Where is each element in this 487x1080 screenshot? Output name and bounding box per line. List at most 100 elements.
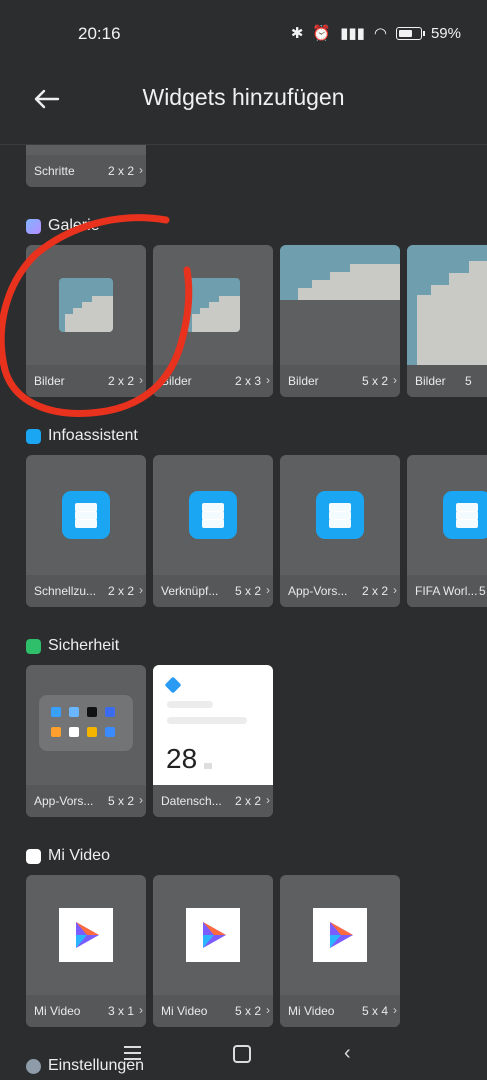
widget-size: 2 x 3 — [234, 374, 261, 388]
widget-card-bilder-2x2[interactable]: Bilder 2 x 2 › — [26, 245, 146, 397]
widget-card-app-vorschlaege-sicherheit[interactable]: App-Vors... 5 x 2 › — [26, 665, 146, 817]
section-sicherheit: Sicherheit — [26, 637, 119, 655]
widget-list[interactable]: Schritte 2 x 2 › Galerie Bilder 2 x 2 › — [0, 145, 487, 1080]
chevron-right-icon: › — [393, 373, 397, 387]
alarm-icon: ⏰ — [312, 25, 332, 42]
infoassistent-app-icon — [26, 428, 41, 444]
app-header: Widgets hinzufügen — [0, 64, 487, 145]
widget-name: Bilder — [161, 374, 192, 388]
widget-size: 5 — [479, 584, 486, 598]
signal-icon: ▮▮▮ — [340, 25, 365, 42]
widget-name: Bilder — [288, 374, 319, 388]
widget-name: Datensch... — [161, 794, 222, 808]
widget-footer: Mi Video 5 x 2 › — [153, 995, 273, 1027]
photo-thumbnail — [407, 245, 487, 365]
datenschutz-preview: 28 — [153, 665, 273, 785]
mi-video-icon — [59, 908, 113, 962]
widget-card-bilder-2x3[interactable]: Bilder 2 x 3 › — [153, 245, 273, 397]
widget-footer: Bilder 5 — [407, 365, 487, 397]
widget-name: Mi Video — [34, 1004, 81, 1018]
widget-size: 5 x 2 — [107, 794, 134, 808]
battery-icon — [395, 26, 425, 40]
widget-name: Schnellzu... — [34, 584, 96, 598]
section-label: Mi Video — [48, 847, 110, 864]
page-title: Widgets hinzufügen — [142, 84, 345, 110]
home-button-icon[interactable] — [233, 1045, 251, 1063]
infoassistent-icon — [316, 491, 364, 539]
widget-size: 5 x 2 — [234, 584, 261, 598]
chevron-right-icon: › — [139, 1003, 143, 1017]
widget-footer: App-Vors... 5 x 2 › — [26, 785, 146, 817]
mi-video-app-icon — [26, 848, 41, 864]
infoassistent-icon — [62, 491, 110, 539]
widget-card-schritte[interactable]: Schritte 2 x 2 › — [26, 145, 146, 187]
widget-name: App-Vors... — [288, 584, 348, 598]
wifi-icon: ◠ — [373, 25, 387, 42]
widget-size: 2 x 2 — [107, 164, 134, 178]
widget-size: 2 x 2 — [361, 584, 388, 598]
battery-percent: 59% — [430, 24, 461, 42]
widget-card-bilder-5x2[interactable]: Bilder 5 x 2 › — [280, 245, 400, 397]
chevron-right-icon: › — [393, 583, 397, 597]
section-label: Sicherheit — [48, 637, 120, 654]
widget-card-schnellzugriff[interactable]: Schnellzu... 2 x 2 › — [26, 455, 146, 607]
infoassistent-icon — [189, 491, 237, 539]
widget-card-mi-video-5x2[interactable]: Mi Video 5 x 2 › — [153, 875, 273, 1027]
nav-back-icon[interactable]: ‹ — [344, 1042, 351, 1065]
widget-footer: FIFA Worl... 5 — [407, 575, 487, 607]
chevron-right-icon: › — [266, 793, 270, 807]
widget-card-verknuepfungen[interactable]: Verknüpf... 5 x 2 › — [153, 455, 273, 607]
clock: 20:16 — [78, 24, 121, 43]
widget-footer: Datensch... 2 x 2 › — [153, 785, 273, 817]
widget-name: Mi Video — [288, 1004, 335, 1018]
app-grid-preview — [39, 695, 133, 751]
chevron-right-icon: › — [139, 793, 143, 807]
widget-name: Bilder — [415, 374, 446, 388]
recents-menu-icon[interactable] — [124, 1046, 141, 1060]
system-nav-bar: ‹ — [0, 1030, 487, 1080]
widget-name: Bilder — [34, 374, 65, 388]
chevron-right-icon: › — [139, 583, 143, 597]
widget-footer: Bilder 5 x 2 › — [280, 365, 400, 397]
widget-card-datenschutz[interactable]: 28 Datensch... 2 x 2 › — [153, 665, 273, 817]
status-bar: 20:16 ✱ ⏰ ▮▮▮ ◠ 59% — [0, 0, 487, 64]
widget-footer: Bilder 2 x 3 › — [153, 365, 273, 397]
galerie-app-icon — [26, 218, 41, 234]
status-icons: ✱ ⏰ ▮▮▮ ◠ 59% — [290, 24, 461, 43]
widget-footer: App-Vors... 2 x 2 › — [280, 575, 400, 607]
photo-thumbnail — [59, 278, 113, 332]
widget-footer: Verknüpf... 5 x 2 › — [153, 575, 273, 607]
widget-size: 2 x 2 — [234, 794, 261, 808]
widget-size: 5 x 4 — [361, 1004, 388, 1018]
widget-name: FIFA Worl... — [415, 584, 477, 598]
widget-name: Verknüpf... — [161, 584, 219, 598]
widget-name: Mi Video — [161, 1004, 208, 1018]
datenschutz-count: 28 — [166, 743, 198, 774]
widget-card-fifa-world[interactable]: FIFA Worl... 5 — [407, 455, 487, 607]
bluetooth-icon: ✱ — [290, 25, 304, 42]
mi-video-icon — [186, 908, 240, 962]
widget-size: 5 x 2 — [361, 374, 388, 388]
infoassistent-icon — [443, 491, 487, 539]
chevron-right-icon: › — [266, 373, 270, 387]
widget-card-app-vorschlaege[interactable]: App-Vors... 2 x 2 › — [280, 455, 400, 607]
chevron-right-icon: › — [139, 373, 143, 387]
chevron-right-icon: › — [139, 163, 143, 177]
chevron-right-icon: › — [266, 1003, 270, 1017]
widget-size: 5 — [465, 374, 472, 388]
widget-footer: Mi Video 5 x 4 › — [280, 995, 400, 1027]
widget-footer: Schnellzu... 2 x 2 › — [26, 575, 146, 607]
widget-size: 5 x 2 — [234, 1004, 261, 1018]
widget-card-mi-video-5x4[interactable]: Mi Video 5 x 4 › — [280, 875, 400, 1027]
widget-size: 2 x 2 — [107, 584, 134, 598]
widget-name: App-Vors... — [34, 794, 94, 808]
section-label: Infoassistent — [48, 427, 138, 444]
widget-card-bilder-5xn[interactable]: Bilder 5 — [407, 245, 487, 397]
widget-name: Schritte — [34, 164, 75, 178]
mi-video-icon — [313, 908, 367, 962]
widget-card-mi-video-3x1[interactable]: Mi Video 3 x 1 › — [26, 875, 146, 1027]
widget-size: 3 x 1 — [107, 1004, 134, 1018]
photo-thumbnail — [186, 278, 240, 332]
widget-footer: Bilder 2 x 2 › — [26, 365, 146, 397]
chevron-right-icon: › — [393, 1003, 397, 1017]
